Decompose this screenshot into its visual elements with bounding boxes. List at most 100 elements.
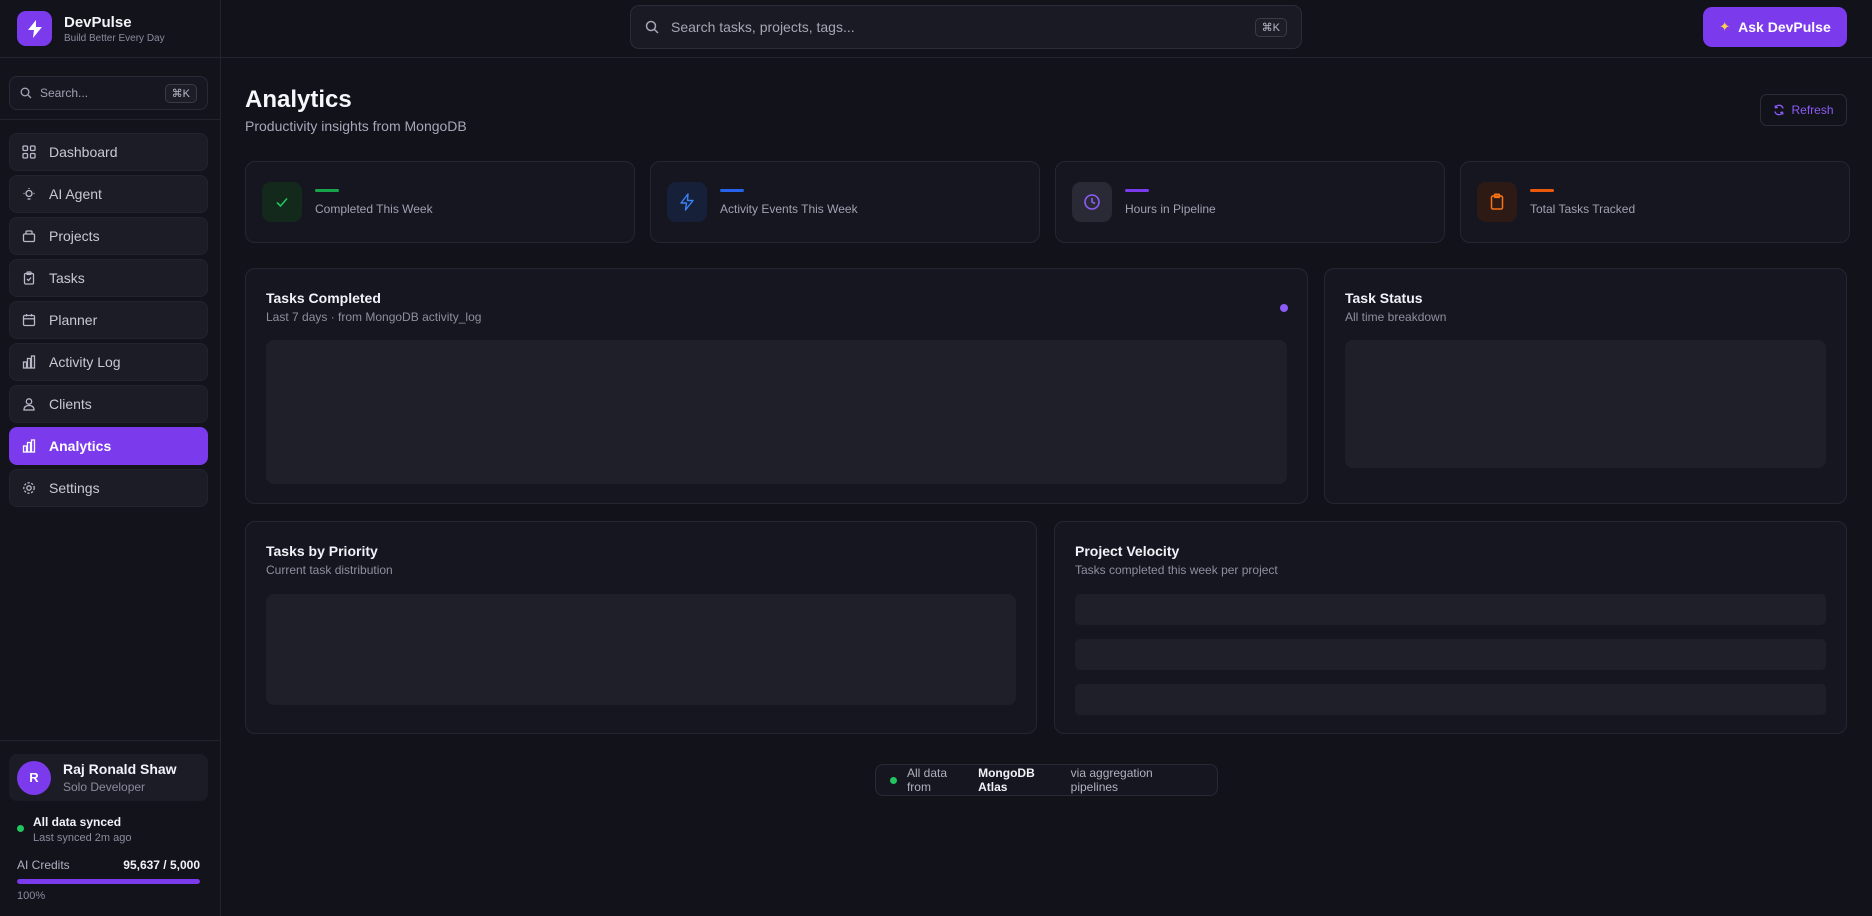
topbar: Search tasks, projects, tags... ⌘K ✦ Ask… <box>221 0 1872 58</box>
avatar: R <box>17 760 51 795</box>
stat-label: Total Tasks Tracked <box>1530 201 1636 216</box>
velocity-row-skeleton <box>1075 594 1826 625</box>
sidebar-item-label: Projects <box>49 228 100 244</box>
clipboard-icon <box>23 271 35 285</box>
brand[interactable]: DevPulse Build Better Every Day <box>0 0 220 58</box>
sidebar-search-placeholder: Search... <box>40 86 89 100</box>
card-title: Tasks Completed <box>266 290 381 306</box>
card-title: Project Velocity <box>1075 543 1180 559</box>
data-source-note: All data from MongoDB Atlas via aggregat… <box>875 764 1218 796</box>
sidebar-item-label: Activity Log <box>49 354 121 370</box>
sparkle-icon: ✦ <box>1719 19 1731 34</box>
card-subtitle: Current task distribution <box>266 563 393 577</box>
ai-credits: AI Credits 95,637 / 5,000 100% <box>17 858 200 902</box>
ask-devpulse-label: Ask DevPulse <box>1738 19 1831 35</box>
search-icon <box>645 20 659 34</box>
sync-title: All data synced <box>33 815 122 829</box>
clipboard-icon <box>1477 182 1517 222</box>
brand-tagline: Build Better Every Day <box>64 32 165 44</box>
page-title: Analytics <box>245 86 352 113</box>
chart-loading-skeleton <box>1345 340 1826 468</box>
sync-status: All data synced Last synced 2m ago <box>17 815 131 844</box>
stat-card-activity-events: Activity Events This Week <box>650 161 1040 243</box>
sidebar-item-planner[interactable]: Planner <box>9 301 208 339</box>
user-role: Solo Developer <box>63 780 146 794</box>
global-search-placeholder: Search tasks, projects, tags... <box>671 19 855 35</box>
sync-dot-icon <box>17 825 24 832</box>
ask-devpulse-button[interactable]: ✦ Ask DevPulse <box>1703 7 1847 47</box>
bar-chart-icon <box>22 355 36 369</box>
stat-card-total-tasks: Total Tasks Tracked <box>1460 161 1850 243</box>
sidebar-item-label: Clients <box>49 396 92 412</box>
footer-prefix: All data from <box>906 766 947 794</box>
user-icon <box>23 398 35 411</box>
sidebar-item-tasks[interactable]: Tasks <box>9 259 208 297</box>
stat-label: Completed This Week <box>315 201 433 216</box>
sidebar-search-input[interactable]: Search... ⌘K <box>9 76 208 110</box>
sidebar-item-label: Settings <box>49 480 100 496</box>
sidebar-item-ai-agent[interactable]: AI Agent <box>9 175 208 213</box>
user-profile[interactable]: R Raj Ronald Shaw Solo Developer <box>9 754 208 801</box>
sidebar-item-activity-log[interactable]: Activity Log <box>9 343 208 381</box>
stat-card-hours-pipeline: Hours in Pipeline <box>1055 161 1445 243</box>
sync-subtitle: Last synced 2m ago <box>33 832 132 844</box>
page-subtitle: Productivity insights from MongoDB <box>245 118 467 134</box>
sidebar: DevPulse Build Better Every Day Search..… <box>0 0 221 916</box>
chart-loading-skeleton <box>266 340 1287 484</box>
credits-value: 95,637 / 5,000 <box>123 858 200 872</box>
live-indicator-icon <box>1280 304 1288 312</box>
bolt-icon <box>667 182 707 222</box>
folder-icon <box>22 230 36 243</box>
sidebar-footer-divider <box>0 740 221 741</box>
chart-loading-skeleton <box>266 594 1016 705</box>
refresh-label: Refresh <box>1791 103 1834 117</box>
sidebar-item-clients[interactable]: Clients <box>9 385 208 423</box>
tasks-completed-card: Tasks Completed Last 7 days · from Mongo… <box>245 268 1308 504</box>
refresh-button[interactable]: Refresh <box>1760 94 1847 126</box>
card-subtitle: Tasks completed this week per project <box>1075 563 1278 577</box>
tasks-by-priority-card: Tasks by Priority Current task distribut… <box>245 521 1037 734</box>
clock-icon <box>1072 182 1112 222</box>
sidebar-item-label: Planner <box>49 312 98 328</box>
credits-progress-fill <box>17 879 200 884</box>
velocity-row-skeleton <box>1075 684 1826 715</box>
sidebar-item-label: Dashboard <box>49 144 118 160</box>
credits-label: AI Credits <box>17 858 70 872</box>
project-velocity-card: Project Velocity Tasks completed this we… <box>1054 521 1847 734</box>
global-search-shortcut: ⌘K <box>1254 17 1287 37</box>
sidebar-item-label: Tasks <box>49 270 85 286</box>
card-title: Tasks by Priority <box>266 543 378 559</box>
refresh-icon <box>1774 104 1785 116</box>
card-subtitle: Last 7 days · from MongoDB activity_log <box>266 310 482 324</box>
stat-value-placeholder <box>1125 188 1149 192</box>
gear-icon <box>23 482 35 494</box>
footer-source: MongoDB Atlas <box>978 766 1035 794</box>
brand-name: DevPulse <box>64 13 132 31</box>
grid-icon <box>22 145 36 159</box>
credits-progress-bar <box>17 879 200 884</box>
task-status-card: Task Status All time breakdown <box>1324 268 1847 504</box>
sidebar-item-settings[interactable]: Settings <box>9 469 208 507</box>
check-icon <box>262 182 302 222</box>
stat-card-completed: Completed This Week <box>245 161 635 243</box>
stat-value-placeholder <box>315 188 339 192</box>
sidebar-item-projects[interactable]: Projects <box>9 217 208 255</box>
credits-percent: 100% <box>17 890 46 902</box>
stat-value-placeholder <box>720 188 744 192</box>
stat-label: Activity Events This Week <box>720 201 858 216</box>
global-search-input[interactable]: Search tasks, projects, tags... ⌘K <box>630 5 1302 49</box>
sidebar-divider <box>0 119 221 120</box>
footer-suffix: via aggregation pipelines <box>1070 766 1153 794</box>
search-icon <box>20 87 32 99</box>
stat-label: Hours in Pipeline <box>1125 201 1216 216</box>
card-subtitle: All time breakdown <box>1345 310 1447 324</box>
sidebar-item-dashboard[interactable]: Dashboard <box>9 133 208 171</box>
sidebar-item-label: Analytics <box>49 438 112 454</box>
card-title: Task Status <box>1345 290 1423 306</box>
sidebar-nav: Dashboard AI Agent Projects Tasks Planne… <box>9 133 208 511</box>
sidebar-item-analytics[interactable]: Analytics <box>9 427 208 465</box>
velocity-row-skeleton <box>1075 639 1826 670</box>
status-dot-icon <box>890 776 897 784</box>
sidebar-search-shortcut: ⌘K <box>164 83 197 103</box>
sidebar-item-label: AI Agent <box>49 186 102 202</box>
